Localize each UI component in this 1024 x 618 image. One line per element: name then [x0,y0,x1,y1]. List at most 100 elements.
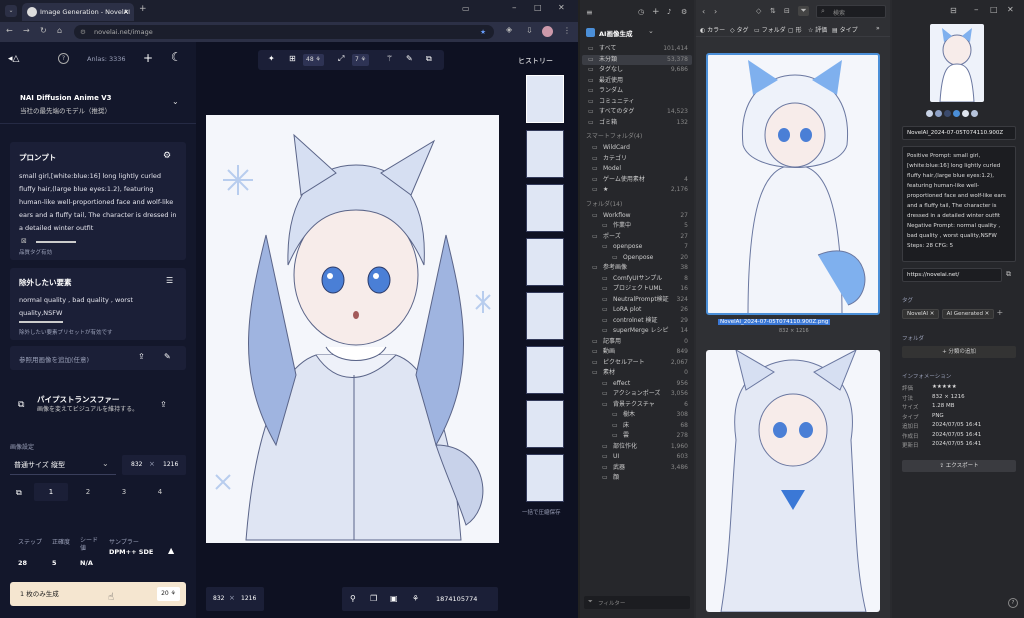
extension-icon[interactable]: ◈ [506,25,512,34]
sidebar-item[interactable]: ▭ プロジェクトUML 16 [582,284,692,294]
nav-forward-icon[interactable]: › [714,7,717,16]
sidebar-item[interactable]: ▭ WildCard [582,143,692,153]
help-icon[interactable]: ? [58,53,69,64]
source-url-field[interactable]: https://novelai.net/ [902,268,1002,282]
color-swatch[interactable] [962,110,969,117]
enhance-sparkle-icon[interactable]: ✦ [268,54,275,63]
color-swatch[interactable] [935,110,942,117]
height-input[interactable]: 1216 [163,461,178,468]
width-input[interactable]: 832 [131,461,142,468]
filter-shape[interactable]: ▢ 形 [788,25,802,34]
count-option-2[interactable]: 2 [76,483,100,501]
sidebar-item[interactable]: ▭ 床 68 [582,421,692,431]
reload-icon[interactable]: ↻ [40,26,47,35]
image-edit-icon[interactable]: ⧉ [426,54,432,64]
history-thumb-2[interactable] [526,130,564,178]
minimize-icon[interactable]: – [512,3,517,13]
seed-value[interactable]: N/A [80,559,93,567]
paint-brush-icon[interactable]: ✎ [406,54,413,63]
moon-icon[interactable]: ☾ [171,50,182,64]
sidebar-item[interactable]: ▭ ピクセルアート 2,067 [582,358,692,368]
count-option-4[interactable]: 4 [148,483,172,501]
back-icon[interactable]: ← [6,26,13,35]
history-thumb-6[interactable] [526,346,564,394]
downloads-icon[interactable]: ⇩ [526,26,533,35]
open-link-icon[interactable]: ⧉ [1006,270,1011,279]
save-icon[interactable]: ▣ [390,594,398,603]
eagle-help-icon[interactable]: ? [1008,598,1018,608]
add-icon[interactable]: + [143,51,153,65]
sidebar-item[interactable]: ▭ ポーズ 27 [582,232,692,242]
sidebar-item[interactable]: ▭ NeutralPrompt検証 324 [582,295,692,305]
tab-image-generation[interactable]: Image Generation - NovelAI ✕ [22,3,134,21]
sidebar-item[interactable]: ▭ 作業中 5 [582,221,692,231]
close-tab-icon[interactable]: ✕ [124,3,129,21]
sidebar-item[interactable]: ▭ 未分類 53,378 [582,54,692,65]
profile-avatar[interactable] [542,26,553,37]
sidebar-item[interactable]: ▭ コミュニティ [582,97,692,107]
sort-icon[interactable]: ⇅ [770,7,776,15]
undesired-textarea[interactable]: normal quality , bad quality , worst qua… [19,294,177,320]
vibe-transfer-section[interactable]: ⧉ パイプストランスファー 画像を変えてビジュアルを維持する。 ⇪ [0,380,196,432]
size-preset-select[interactable]: 普通サイズ 縦型 ⌄ [10,455,116,475]
undesired-slider[interactable] [19,321,63,323]
sidebar-item[interactable]: ▭ カテゴリ [582,154,692,164]
color-swatch[interactable] [953,110,960,117]
prompt-textarea[interactable]: small girl,[white:blue:16] long lightly … [19,170,179,235]
export-button[interactable]: ⇪ エクスポート [902,460,1016,472]
upload-icon[interactable]: ⇪ [138,352,145,361]
reference-image-row[interactable]: 参照用画像を追加(任意) ⇪ ✎ [10,346,186,370]
color-swatch[interactable] [926,110,933,117]
add-folder-button[interactable]: + 分類の追加 [902,346,1016,358]
sidebar-item[interactable]: ▭ 最近使用 [582,76,692,86]
notification-bell-icon[interactable]: ♪ [667,8,671,16]
search-input[interactable]: ⌕ 検索 [816,5,886,18]
add-item-icon[interactable]: + [652,7,660,17]
inspector-toggle-icon[interactable]: ⊟ [950,6,957,15]
settings-icon[interactable]: ⚙ [681,8,687,16]
count-option-1[interactable]: 1 [34,483,68,501]
sidebar-item[interactable]: ▭ 顔 [582,473,692,483]
sidebar-item[interactable]: ▭ 武器 3,486 [582,463,692,473]
seed-number[interactable]: 1874105774 [436,595,477,603]
sidebar-item[interactable]: ▭ アクションポーズ 3,056 [582,389,692,399]
filter-tag[interactable]: ◇ タグ [730,25,749,34]
history-thumb-7[interactable] [526,400,564,448]
menu-icon[interactable]: ⋮ [563,26,571,35]
sidebar-item[interactable]: ▭ すべて 101,414 [582,44,692,54]
history-thumb-4[interactable] [526,238,564,286]
filter-funnel-icon[interactable]: ⏷ [798,6,809,16]
download-zip-link[interactable]: 一括で圧縮保存 [522,508,561,516]
sidebar-item[interactable]: ▭ effect 956 [582,379,692,389]
layout-icon[interactable]: ⊟ [784,7,790,15]
quality-tag-icon[interactable]: ⊠ [21,237,27,245]
sidebar-item[interactable]: ▭ 参考画像 38 [582,263,692,273]
sidebar-item[interactable]: ▭ controlnet 検証 29 [582,316,692,326]
eagle-close-icon[interactable]: ✕ [1007,5,1014,14]
copy-icon[interactable]: ❐ [370,594,377,603]
tag-novelai[interactable]: NovelAI ✕ [902,309,940,319]
vibe-upload-icon[interactable]: ⇪ [160,400,167,409]
sidebar-item[interactable]: ▭ 動画 849 [582,347,692,357]
maximize-icon[interactable]: □ [534,3,542,12]
magic-wand-icon[interactable]: ⚚ [386,54,393,63]
filter-folder[interactable]: ▭ フォルダ [754,25,786,34]
sidebar-item[interactable]: ▭ openpose 7 [582,242,692,252]
sidebar-item[interactable]: ▭ 記事用 0 [582,337,692,347]
sidebar-item[interactable]: ▭ 樹木 308 [582,410,692,420]
history-thumb-8[interactable] [526,454,564,502]
eagle-maximize-icon[interactable]: □ [990,5,998,14]
sidebar-item[interactable]: ▭ ゴミ箱 132 [582,118,692,128]
steps-value[interactable]: 28 [18,559,27,567]
bookmark-star-icon[interactable]: ★ [480,25,486,39]
forward-icon[interactable]: → [23,26,30,35]
history-clock-icon[interactable]: ◷ [638,8,644,16]
variations-icon[interactable]: ⊞ [289,54,296,63]
collapse-triangle-icon[interactable]: ▲ [168,546,174,555]
sidebar-item[interactable]: ▭ ★ 2,176 [582,185,692,195]
pin-icon[interactable]: ⚲ [350,594,356,603]
undesired-settings-icon[interactable]: ☰ [166,276,173,285]
sidebar-item[interactable]: ▭ UI 603 [582,452,692,462]
nav-back-icon[interactable]: ‹ [702,7,705,16]
history-thumb-3[interactable] [526,184,564,232]
